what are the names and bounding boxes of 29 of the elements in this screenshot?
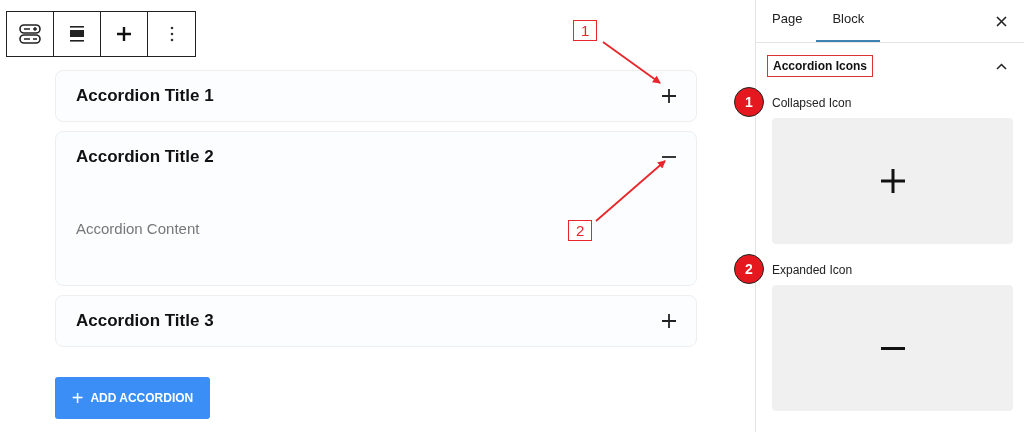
callout-label: 1 [573,20,598,41]
toggle-pair-icon [19,24,41,44]
plus-icon [117,27,131,41]
callout-label: 2 [568,220,593,241]
accordion-title: Accordion Title 3 [76,311,214,331]
plus-icon [880,169,905,193]
plus-icon [662,314,676,328]
field-label: Expanded Icon [772,263,853,277]
callout-arrow [595,160,666,222]
minus-icon [662,156,676,158]
section-title[interactable]: Accordion Icons [767,55,873,77]
chevron-icon[interactable] [996,62,1007,70]
number-badge: 1 [734,87,764,117]
accordion-title: Accordion Title 1 [76,86,214,106]
align-icon [69,26,85,42]
accordion-header[interactable]: Accordion Title 2 [56,132,696,182]
sidebar-tab[interactable]: Page [772,0,803,42]
accordion-title: Accordion Title 2 [76,147,214,167]
plus-icon [662,89,676,103]
more-options-icon [169,26,174,42]
close-icon[interactable] [996,15,1007,27]
accordion-header[interactable]: Accordion Title 1 [56,71,696,121]
sidebar-tab[interactable]: Block [816,0,881,42]
minus-icon [880,346,905,350]
accordion-header[interactable]: Accordion Title 3 [56,296,696,346]
field-label: Collapsed Icon [772,96,852,110]
callout-arrow [602,41,661,84]
number-badge: 2 [734,254,764,284]
accordion-content: Accordion Content [76,220,200,237]
